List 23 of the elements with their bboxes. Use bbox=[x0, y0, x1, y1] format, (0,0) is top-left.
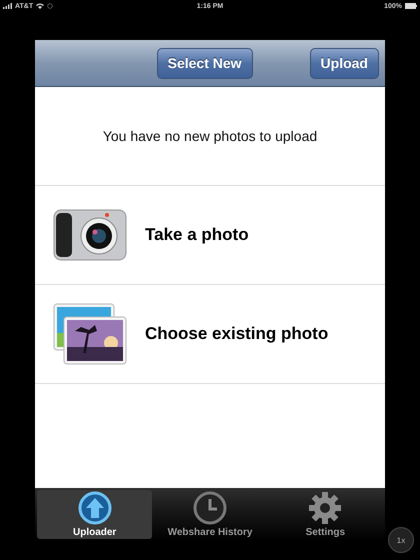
action-label: Choose existing photo bbox=[145, 324, 328, 344]
battery-icon bbox=[405, 3, 417, 9]
action-row[interactable]: Choose existing photo bbox=[35, 285, 385, 384]
tab[interactable]: Uploader bbox=[37, 490, 152, 539]
signal-icon bbox=[3, 3, 12, 9]
camera-icon bbox=[53, 208, 127, 262]
tab-label: Uploader bbox=[72, 527, 116, 538]
upload-icon bbox=[78, 491, 112, 525]
photos-icon bbox=[53, 303, 127, 365]
empty-message: You have no new photos to upload bbox=[102, 128, 318, 144]
tab[interactable]: Settings bbox=[268, 490, 383, 539]
tab[interactable]: Webshare History bbox=[152, 490, 268, 539]
zoom-button[interactable]: 1x bbox=[388, 527, 414, 553]
nav-button[interactable]: Upload bbox=[310, 48, 379, 78]
clock-icon bbox=[192, 491, 227, 525]
wifi-icon bbox=[36, 3, 44, 9]
tab-label: Webshare History bbox=[168, 527, 252, 538]
action-row[interactable]: Take a photo bbox=[35, 186, 385, 285]
settings-icon bbox=[308, 491, 342, 525]
nav-button[interactable]: Select New bbox=[156, 48, 253, 78]
action-label: Take a photo bbox=[145, 225, 249, 245]
spinner-icon bbox=[47, 3, 54, 9]
tab-label: Settings bbox=[306, 527, 346, 538]
